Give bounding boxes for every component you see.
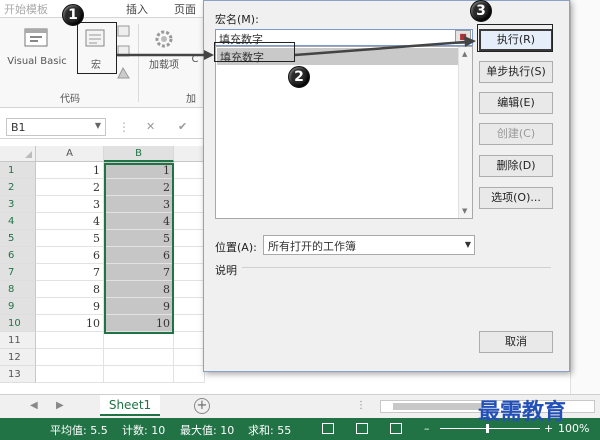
- callout-step-3: 3: [470, 0, 492, 22]
- callout-step-1: 1: [62, 4, 84, 26]
- callout-step-2: 2: [288, 66, 310, 88]
- arrow-to-run: [294, 40, 466, 57]
- arrow-head-icon: [204, 50, 214, 60]
- arrow-head-icon: [464, 36, 476, 47]
- watermark: 最需教育: [478, 399, 567, 425]
